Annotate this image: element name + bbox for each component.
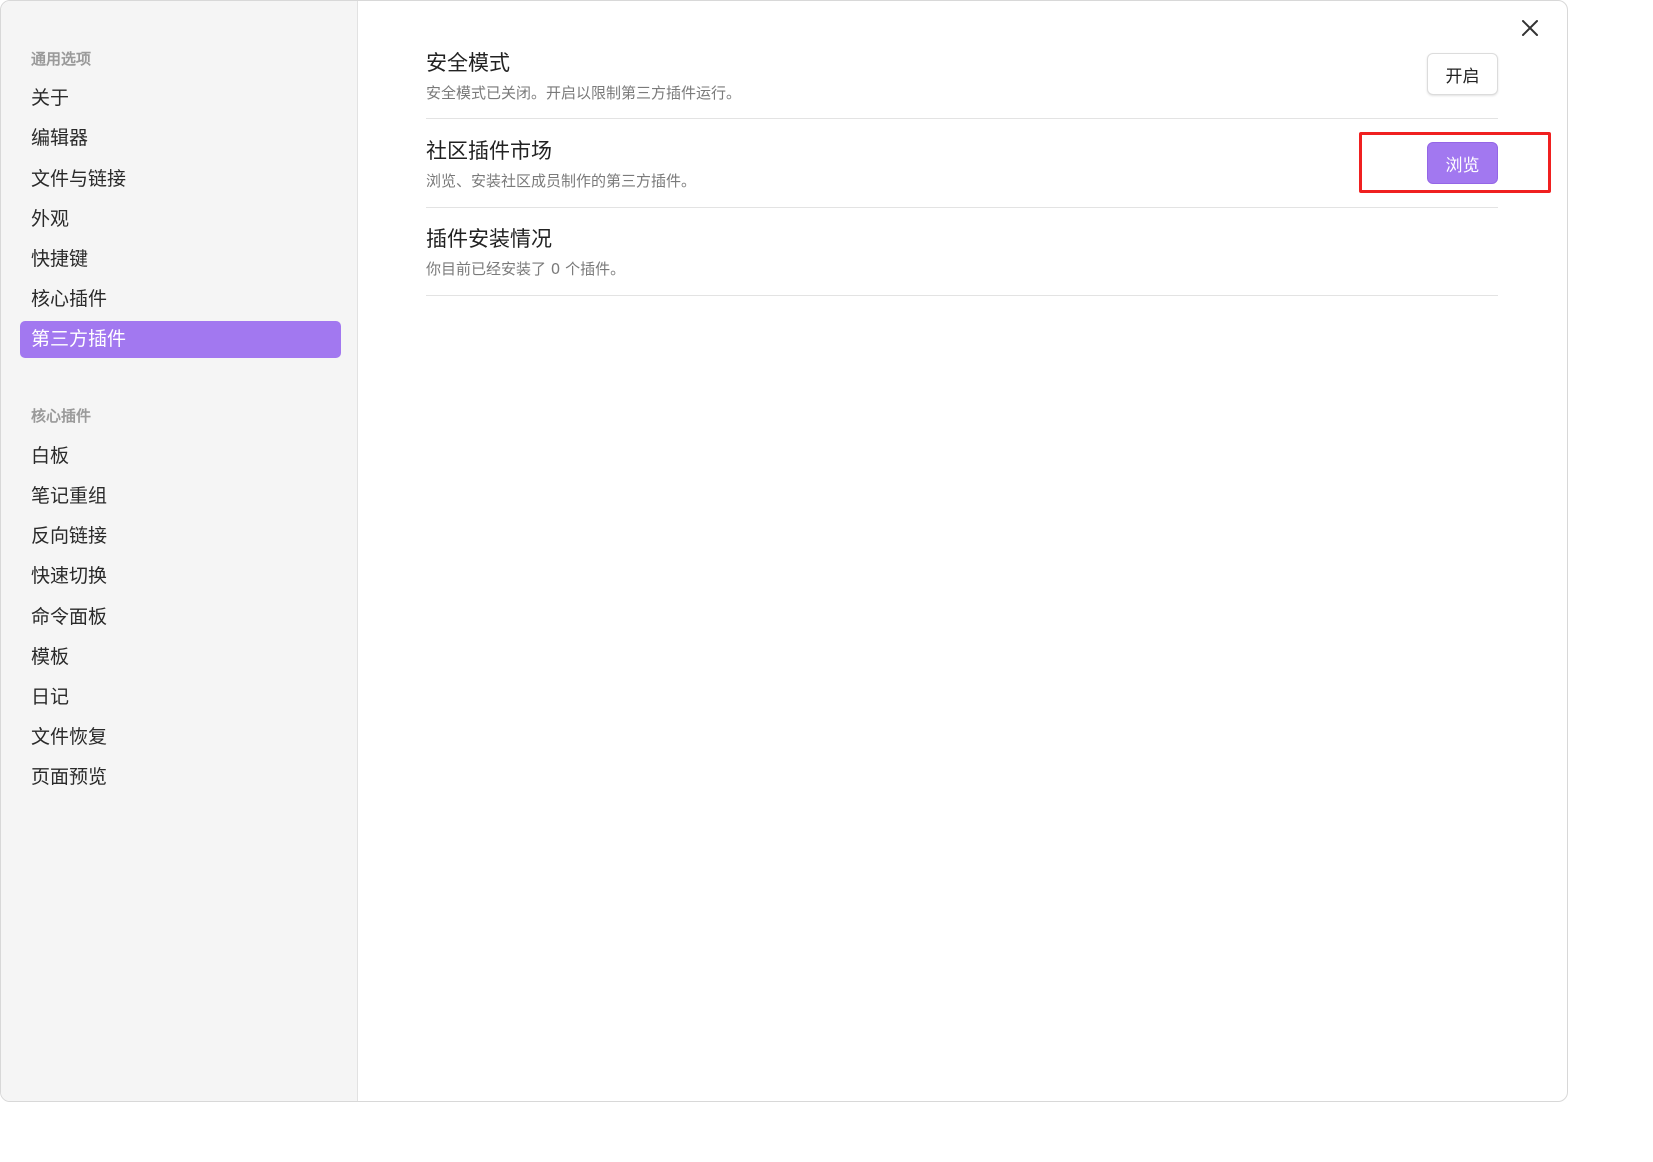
sidebar-item-third-party-plugins[interactable]: 第三方插件 (20, 321, 341, 358)
sidebar-item-page-preview[interactable]: 页面预览 (20, 759, 341, 796)
sidebar-group-title-general: 通用选项 (31, 50, 92, 68)
setting-description: 你目前已经安装了 0 个插件。 (426, 260, 626, 278)
close-button[interactable] (1519, 17, 1541, 39)
sidebar-item-files-links[interactable]: 文件与链接 (20, 161, 341, 198)
setting-row-safe-mode: 安全模式 安全模式已关闭。开启以限制第三方插件运行。 开启 (426, 47, 1498, 119)
setting-description: 安全模式已关闭。开启以限制第三方插件运行。 (426, 84, 742, 102)
sidebar-item-templates[interactable]: 模板 (20, 639, 341, 676)
browse-community-plugins-button[interactable]: 浏览 (1427, 142, 1498, 184)
sidebar-item-core-plugins[interactable]: 核心插件 (20, 281, 341, 318)
settings-main: 安全模式 安全模式已关闭。开启以限制第三方插件运行。 开启 社区插件市场 浏览、… (359, 1, 1567, 1101)
sidebar-item-editor[interactable]: 编辑器 (20, 120, 341, 157)
sidebar-item-quick-switcher[interactable]: 快速切换 (20, 558, 341, 595)
setting-name: 安全模式 (426, 51, 510, 75)
settings-modal: 通用选项 关于 编辑器 文件与链接 外观 快捷键 核心插件 第三方插件 核心插件… (0, 0, 1568, 1102)
sidebar-item-about[interactable]: 关于 (20, 80, 341, 117)
setting-row-community-plugins: 社区插件市场 浏览、安装社区成员制作的第三方插件。 浏览 (426, 135, 1498, 208)
setting-description: 浏览、安装社区成员制作的第三方插件。 (426, 172, 697, 190)
sidebar-item-backlinks[interactable]: 反向链接 (20, 518, 341, 555)
close-icon (1522, 20, 1538, 36)
sidebar-group-title-core: 核心插件 (31, 407, 92, 425)
sidebar-item-note-composer[interactable]: 笔记重组 (20, 478, 341, 515)
turn-on-safe-mode-button[interactable]: 开启 (1427, 53, 1498, 95)
sidebar-item-file-recovery[interactable]: 文件恢复 (20, 719, 341, 756)
sidebar-item-canvas[interactable]: 白板 (20, 438, 341, 475)
sidebar-item-hotkeys[interactable]: 快捷键 (20, 241, 341, 278)
sidebar-item-daily-notes[interactable]: 日记 (20, 679, 341, 716)
setting-name: 社区插件市场 (426, 139, 552, 163)
sidebar-item-appearance[interactable]: 外观 (20, 201, 341, 238)
sidebar-item-command-palette[interactable]: 命令面板 (20, 599, 341, 636)
settings-sidebar: 通用选项 关于 编辑器 文件与链接 外观 快捷键 核心插件 第三方插件 核心插件… (1, 1, 358, 1101)
setting-row-installed-plugins: 插件安装情况 你目前已经安装了 0 个插件。 (426, 223, 1498, 296)
setting-name: 插件安装情况 (426, 227, 552, 251)
